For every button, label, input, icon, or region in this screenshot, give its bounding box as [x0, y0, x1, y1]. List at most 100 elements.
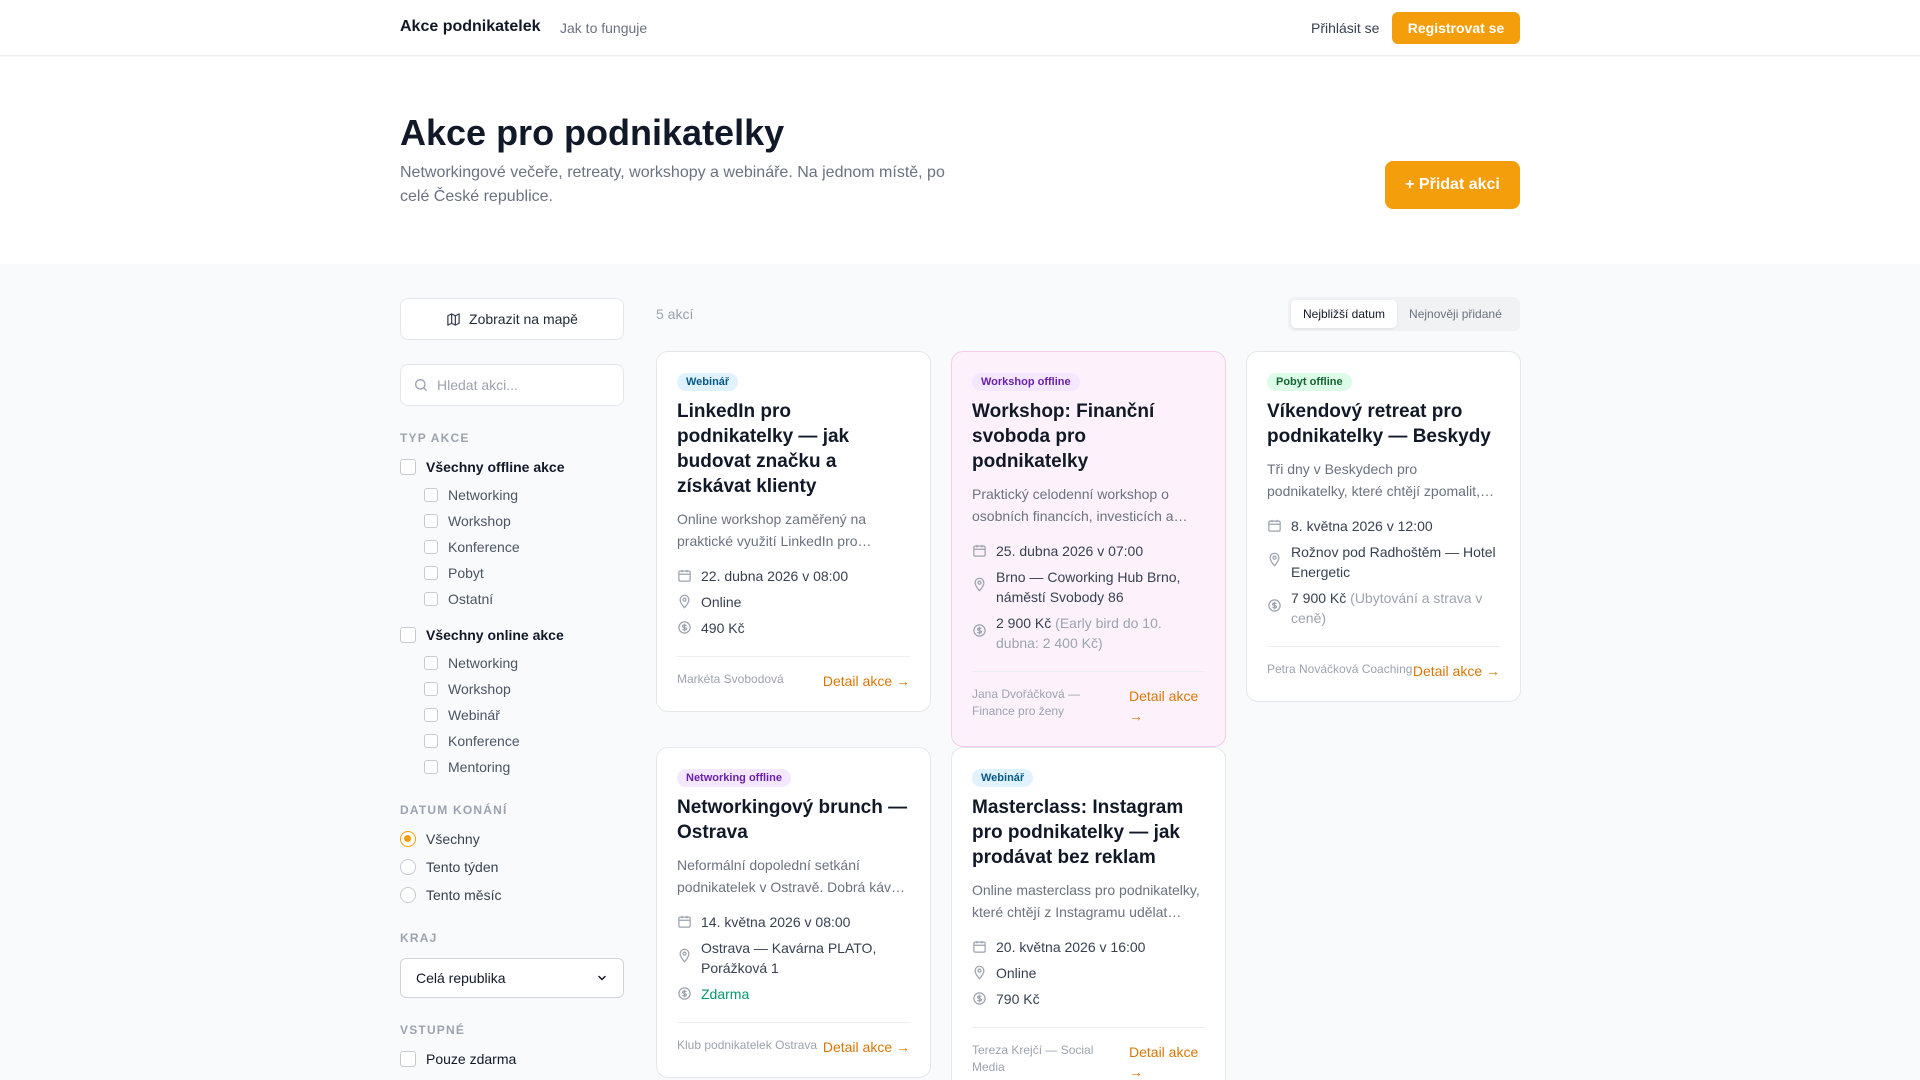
filter-online-mentoring[interactable]: Mentoring [424, 759, 510, 775]
region-select[interactable]: Celá republika [400, 958, 624, 998]
checkbox[interactable] [400, 1051, 416, 1067]
checkbox[interactable] [424, 514, 438, 528]
checkbox[interactable] [424, 760, 438, 774]
checkbox[interactable] [424, 656, 438, 670]
sort-newest-added[interactable]: Nejnověji přidané [1397, 300, 1514, 328]
event-price-row: 490 Kč [677, 618, 910, 638]
region-select-value: Celá republika [416, 970, 506, 986]
event-detail-link[interactable]: Detail akce → [823, 671, 910, 691]
event-date: 25. dubna 2026 v 07:00 [996, 543, 1144, 559]
filter-online-conference[interactable]: Konference [424, 733, 520, 749]
dollar-icon [678, 987, 691, 1000]
filter-offline-all-label: Všechny offline akce [426, 459, 565, 475]
event-type-badge: Networking offline [677, 769, 791, 787]
checkbox[interactable] [400, 627, 416, 643]
event-price: 2 900 Kč [996, 615, 1052, 631]
event-location-row: Brno — Coworking Hub Brno, náměstí Svobo… [972, 567, 1205, 607]
event-organizer: Markéta Svobodová [677, 672, 784, 686]
chevron-down-icon [598, 975, 606, 981]
calendar-icon [973, 940, 986, 953]
filter-free-only[interactable]: Pouze zdarma [400, 1051, 516, 1067]
brand-logo[interactable]: Akce podnikatelek [400, 18, 541, 36]
filter-label: Konference [448, 539, 520, 555]
date-option-all[interactable]: Všechny [400, 831, 480, 847]
sort-nearest-date[interactable]: Nejbližší datum [1291, 300, 1398, 328]
results-count: 5 akcí [656, 306, 694, 322]
dollar-icon [1268, 599, 1281, 612]
event-organizer: Jana Dvořáčková — Finance pro ženy [972, 687, 1081, 718]
filter-label: Workshop [448, 513, 511, 529]
event-type-badge: Pobyt offline [1267, 373, 1352, 391]
event-detail-link[interactable]: Detail akce → [1129, 1042, 1205, 1080]
event-detail-link[interactable]: Detail akce → [1129, 686, 1205, 726]
filter-offline-conference[interactable]: Konference [424, 539, 520, 555]
event-price-row: 790 Kč [972, 989, 1205, 1009]
radio-label: Všechny [426, 831, 480, 847]
location-pin-icon [974, 577, 985, 592]
checkbox[interactable] [424, 488, 438, 502]
event-title[interactable]: LinkedIn pro podnikatelky — jak budovat … [677, 399, 910, 499]
page-title: Akce pro podnikatelky [400, 112, 785, 153]
hero-section: Akce pro podnikatelky Networkingové veče… [0, 57, 1920, 264]
event-detail-link[interactable]: Detail akce → [1413, 661, 1500, 681]
radio-button[interactable] [400, 887, 416, 903]
checkbox[interactable] [400, 459, 416, 475]
event-title[interactable]: Masterclass: Instagram pro podnikatelky … [972, 795, 1205, 870]
event-type-badge: Webinář [677, 373, 739, 391]
filter-offline-all[interactable]: Všechny offline akce [400, 459, 565, 475]
date-option-month[interactable]: Tento měsíc [400, 887, 501, 903]
event-card[interactable]: Pobyt offline Víkendový retreat pro podn… [1246, 351, 1521, 702]
checkbox[interactable] [424, 682, 438, 696]
filter-online-networking[interactable]: Networking [424, 655, 518, 671]
event-location: Ostrava — Kavárna PLATO, Porážková 1 [701, 940, 877, 976]
event-card[interactable]: Workshop offline Workshop: Finanční svob… [951, 351, 1226, 747]
filter-offline-stay[interactable]: Pobyt [424, 565, 484, 581]
event-description: Praktický celodenní workshop o osobních … [972, 486, 1188, 524]
radio-button[interactable] [400, 859, 416, 875]
event-card[interactable]: Networking offline Networkingový brunch … [656, 747, 931, 1078]
nav-how-it-works[interactable]: Jak to funguje [560, 20, 647, 36]
event-detail-link[interactable]: Detail akce → [823, 1037, 910, 1057]
show-map-button[interactable]: Zobrazit na mapě [400, 298, 624, 340]
event-price: 790 Kč [996, 991, 1040, 1007]
filter-offline-networking[interactable]: Networking [424, 487, 518, 503]
add-event-button[interactable]: + Přidat akci [1385, 161, 1520, 209]
calendar-icon [1268, 519, 1281, 532]
filter-online-all-label: Všechny online akce [426, 627, 564, 643]
top-navbar: Akce podnikatelek Jak to funguje Přihlás… [0, 0, 1920, 56]
filter-online-all[interactable]: Všechny online akce [400, 627, 564, 643]
filter-label: Mentoring [448, 759, 511, 775]
search-input[interactable] [437, 365, 617, 405]
event-card[interactable]: Webinář Masterclass: Instagram pro podni… [951, 747, 1226, 1080]
filter-offline-workshop[interactable]: Workshop [424, 513, 511, 529]
event-location: Online [701, 594, 742, 610]
sort-toggle: Nejbližší datum Nejnověji přidané [1288, 297, 1520, 331]
filter-online-workshop[interactable]: Workshop [424, 681, 511, 697]
login-link[interactable]: Přihlásit se [1311, 20, 1379, 36]
event-card[interactable]: Webinář LinkedIn pro podnikatelky — jak … [656, 351, 931, 712]
date-option-week[interactable]: Tento týden [400, 859, 498, 875]
radio-button[interactable] [400, 831, 416, 847]
event-organizer: Petra Nováčková Coaching [1267, 662, 1413, 676]
event-date-row: 25. dubna 2026 v 07:00 [972, 541, 1205, 561]
filter-offline-other[interactable]: Ostatní [424, 591, 493, 607]
event-title[interactable]: Víkendový retreat pro podnikatelky — Bes… [1267, 399, 1500, 449]
event-price-row: 7 900 Kč (Ubytování a strava v ceně) [1267, 588, 1500, 628]
event-date: 20. května 2026 v 16:00 [996, 939, 1146, 955]
event-price-row: 2 900 Kč (Early bird do 10. dubna: 2 400… [972, 613, 1205, 653]
filter-label: Workshop [448, 681, 511, 697]
checkbox[interactable] [424, 708, 438, 722]
checkbox[interactable] [424, 734, 438, 748]
checkbox[interactable] [424, 566, 438, 580]
search-box [400, 364, 624, 406]
filter-label: Ostatní [448, 591, 494, 607]
checkbox[interactable] [424, 592, 438, 606]
event-title[interactable]: Networkingový brunch — Ostrava [677, 795, 910, 845]
checkbox[interactable] [424, 540, 438, 554]
filter-online-webinar[interactable]: Webinář [424, 707, 500, 723]
filter-type-title: TYP AKCE [400, 431, 470, 445]
event-description: Online masterclass pro podnikatelky, kte… [972, 882, 1200, 920]
register-button[interactable]: Registrovat se [1392, 12, 1520, 44]
event-organizer: Tereza Krejčí — Social Media [972, 1043, 1094, 1074]
event-title[interactable]: Workshop: Finanční svoboda pro podnikate… [972, 399, 1205, 474]
